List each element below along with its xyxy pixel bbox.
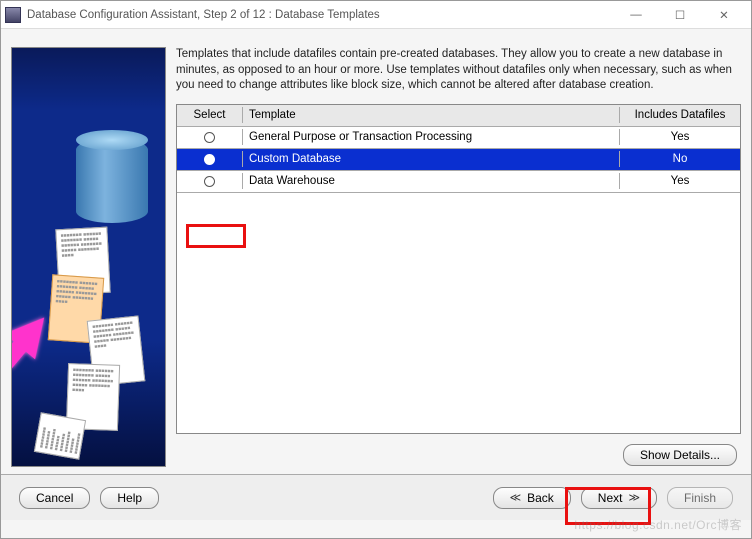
col-header-template: Template [243, 107, 620, 123]
minimize-button[interactable]: — [623, 5, 649, 25]
includes-value: No [620, 151, 740, 167]
next-label: Next [598, 491, 623, 505]
next-button[interactable]: Next ≫ [581, 487, 657, 509]
maximize-button[interactable]: ☐ [667, 5, 693, 25]
chevron-left-icon: ≪ [510, 491, 522, 504]
finish-button: Finish [667, 487, 733, 509]
wizard-footer: Cancel Help ≪ Back Next ≫ Finish [1, 474, 751, 520]
table-row[interactable]: Data Warehouse Yes [177, 171, 740, 193]
table-row[interactable]: Custom Database No [177, 149, 740, 171]
radio-icon[interactable] [204, 154, 215, 165]
table-body: General Purpose or Transaction Processin… [177, 127, 740, 433]
content-area: Templates that include datafiles contain… [1, 29, 751, 474]
col-header-select: Select [177, 107, 243, 123]
description-text: Templates that include datafiles contain… [176, 47, 741, 104]
template-name: Data Warehouse [243, 173, 620, 189]
help-button[interactable]: Help [100, 487, 159, 509]
paper-icon [34, 412, 86, 459]
radio-icon[interactable] [204, 176, 215, 187]
table-header: Select Template Includes Datafiles [177, 105, 740, 127]
chevron-right-icon: ≫ [628, 491, 640, 504]
includes-value: Yes [620, 129, 740, 145]
back-button[interactable]: ≪ Back [493, 487, 571, 509]
close-button[interactable]: ✕ [711, 5, 737, 25]
template-name: General Purpose or Transaction Processin… [243, 129, 620, 145]
app-icon [5, 7, 21, 23]
titlebar: Database Configuration Assistant, Step 2… [1, 1, 751, 29]
template-name: Custom Database [243, 151, 620, 167]
radio-icon[interactable] [204, 132, 215, 143]
wizard-side-image [11, 47, 166, 467]
back-label: Back [527, 491, 554, 505]
database-cylinder-icon [76, 138, 148, 223]
col-header-includes: Includes Datafiles [620, 107, 740, 123]
details-row: Show Details... [176, 434, 741, 470]
table-row[interactable]: General Purpose or Transaction Processin… [177, 127, 740, 149]
main-panel: Templates that include datafiles contain… [176, 47, 741, 470]
window-controls: — ☐ ✕ [623, 5, 747, 25]
show-details-button[interactable]: Show Details... [623, 444, 737, 466]
window-title: Database Configuration Assistant, Step 2… [27, 9, 623, 21]
cancel-button[interactable]: Cancel [19, 487, 90, 509]
templates-table: Select Template Includes Datafiles Gener… [176, 104, 741, 434]
includes-value: Yes [620, 173, 740, 189]
